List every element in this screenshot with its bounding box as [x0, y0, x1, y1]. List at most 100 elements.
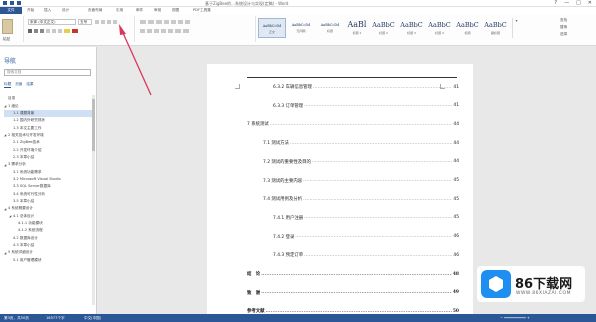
subscript-icon[interactable] [52, 29, 56, 33]
sort-icon[interactable] [178, 20, 183, 24]
font-name-box[interactable]: 宋体 (中文正文) [28, 19, 76, 25]
save-icon[interactable] [3, 1, 7, 5]
nav-tree-item[interactable]: ◢ 4 系统概要设计 [4, 205, 92, 212]
style-heading-4[interactable]: AaBbC 标题 4 [426, 18, 453, 38]
nav-tree-item[interactable]: 3.2 Microsoft Visual Studio [4, 176, 92, 183]
toc-entry[interactable]: 7.4 测试用例及分析.............................… [263, 196, 459, 203]
nav-tree-item[interactable]: ◢ 5 系统详细设计 [4, 249, 92, 256]
nav-tree-item[interactable]: 1.2 国内外研究现状 [4, 117, 92, 124]
nav-tree-item[interactable]: 1.1 课题背景 [4, 109, 92, 118]
nav-search-input[interactable]: 搜索文档 [4, 69, 91, 76]
decrease-indent-icon[interactable] [164, 20, 169, 24]
numbering-icon[interactable] [148, 20, 154, 24]
toc-entry[interactable]: 6.3.3 订单管理..............................… [273, 103, 459, 109]
nav-tree-item[interactable]: 2.2 开发环境介绍 [4, 146, 92, 153]
nav-tree-item[interactable]: 3.3 SQL Server数据库 [4, 183, 92, 190]
font-size-box[interactable]: 五号 [78, 19, 92, 25]
toc-entry[interactable]: 7.4.3 预定订单..............................… [273, 252, 459, 259]
line-spacing-icon[interactable] [168, 29, 173, 33]
nav-tree-item[interactable]: 3.4 系统可行性分析 [4, 190, 92, 197]
replace-button[interactable]: 替换 [560, 25, 590, 30]
tab-references[interactable]: 引用 [116, 8, 123, 13]
tab-review[interactable]: 审阅 [154, 8, 161, 13]
shading-icon[interactable] [175, 29, 181, 33]
toc-entry[interactable]: 7.3 测试的主要内容.............................… [263, 178, 459, 184]
nav-tab-results[interactable]: 结果 [26, 82, 33, 88]
nav-tab-pages[interactable]: 页面 [15, 82, 22, 88]
tab-view[interactable]: 视图 [172, 8, 179, 13]
page-count[interactable]: 第3页，共50页 [4, 316, 29, 321]
toc-entry[interactable]: 6.3.2 车辆信息管理............................… [273, 84, 459, 91]
tab-mailings[interactable]: 邮件 [136, 8, 143, 13]
toc-entry[interactable]: 7.2 测试的重要性及目的...........................… [263, 159, 459, 165]
redo-icon[interactable] [17, 1, 21, 5]
style-heading-1[interactable]: AaBl 标题 1 [345, 18, 369, 38]
toc-entry[interactable]: 结 论.....................................… [247, 271, 459, 278]
bold-icon[interactable] [28, 29, 32, 33]
bullets-icon[interactable] [140, 20, 146, 24]
toc-entry[interactable]: 7.4.2 登录................................… [273, 234, 459, 240]
nav-tree-item[interactable]: 3.5 本章小结 [4, 198, 92, 205]
toc-entry[interactable]: 7.4.1 用户注册..............................… [273, 215, 459, 221]
tab-design[interactable]: 设计 [62, 8, 69, 13]
nav-tree-item[interactable]: 2.3 本章小结 [4, 154, 92, 161]
font-color-icon[interactable] [72, 29, 78, 33]
italic-icon[interactable] [34, 29, 38, 33]
nav-scroll-thumb[interactable] [92, 99, 95, 151]
nav-tree-item[interactable]: ◢ 1 绪论 [4, 102, 92, 109]
change-case-icon[interactable] [107, 20, 111, 24]
nav-tab-headings[interactable]: 标题 [4, 82, 12, 88]
tab-page-layout[interactable]: 页面布局 [88, 8, 102, 13]
undo-icon[interactable] [10, 1, 14, 5]
language-indicator[interactable]: 中文(中国) [84, 316, 101, 321]
nav-tree-item[interactable]: ◢ 4.1 总体设计 [4, 213, 92, 220]
tab-home[interactable]: 开始 [27, 8, 34, 13]
underline-icon[interactable] [40, 29, 44, 33]
tab-insert[interactable]: 插入 [44, 8, 51, 13]
nav-tree-item[interactable]: 4.3 本章小结 [4, 242, 92, 249]
show-marks-icon[interactable] [185, 20, 190, 24]
nav-tree-item[interactable]: 目录 [4, 95, 92, 102]
tab-pdf-tools[interactable]: PDF工具集 [193, 8, 211, 13]
justify-icon[interactable] [161, 29, 166, 33]
nav-scrollbar[interactable] [92, 95, 95, 305]
grow-font-icon[interactable] [95, 20, 99, 24]
nav-tree-item[interactable]: 4.2 数据库设计 [4, 235, 92, 242]
minimize-button[interactable]: — [564, 0, 569, 6]
styles-more-icon[interactable]: ▾ [512, 18, 520, 38]
style-no-spacing[interactable]: AaBbCcDd 无间隔 [287, 18, 315, 38]
nav-tree-item[interactable]: 1.3 本文主要工作 [4, 124, 92, 131]
word-count[interactable]: 16577个字 [46, 316, 65, 321]
toc-entry[interactable]: 7.1 测试方法................................… [263, 140, 459, 147]
align-center-icon[interactable] [147, 29, 152, 33]
strikethrough-icon[interactable] [46, 29, 50, 33]
borders-icon[interactable] [183, 29, 189, 33]
nav-tree-item[interactable]: 4.1.2 系统流程 [4, 227, 92, 234]
superscript-icon[interactable] [58, 29, 62, 33]
document-page[interactable]: 6.3.2 车辆信息管理............................… [207, 64, 473, 314]
close-button[interactable]: ✕ [588, 0, 592, 6]
toc-entry[interactable]: 7 系统测试..................................… [247, 121, 459, 128]
tab-file[interactable]: 文件 [0, 7, 22, 14]
nav-tree-item[interactable]: 5.1 用户管理模块 [4, 257, 92, 264]
style-subtitle[interactable]: AaBbC 副标题 [482, 18, 509, 38]
select-button[interactable]: 选择 [560, 32, 590, 37]
align-right-icon[interactable] [154, 29, 159, 33]
clear-format-icon[interactable] [113, 20, 117, 24]
style-heading-2[interactable]: AaBbC 标题 2 [370, 18, 397, 38]
style-title-small[interactable]: AaBbCcDd 标题 [316, 18, 344, 38]
nav-tree-item[interactable]: 2.1 ZigBee技术 [4, 139, 92, 146]
find-button[interactable]: 查找 [560, 18, 590, 23]
style-normal[interactable]: AaBbCcDd 正文 [258, 18, 286, 38]
shrink-font-icon[interactable] [101, 20, 105, 24]
nav-tree-item[interactable]: 4.1.1 功能模块 [4, 220, 92, 227]
style-heading-3[interactable]: AaBbC 标题 3 [398, 18, 425, 38]
multilevel-list-icon[interactable] [156, 20, 162, 24]
align-left-icon[interactable] [140, 29, 145, 33]
increase-indent-icon[interactable] [171, 20, 176, 24]
zoom-slider[interactable]: − ━━━━━━━━━━ + [500, 316, 530, 320]
help-button[interactable]: ? [554, 0, 557, 6]
nav-tree-item[interactable]: ◢ 3 需求分析 [4, 161, 92, 168]
nav-tree-item[interactable]: 3.1 系统功能需求 [4, 168, 92, 175]
style-title[interactable]: AaBbC 标题 [454, 18, 481, 38]
